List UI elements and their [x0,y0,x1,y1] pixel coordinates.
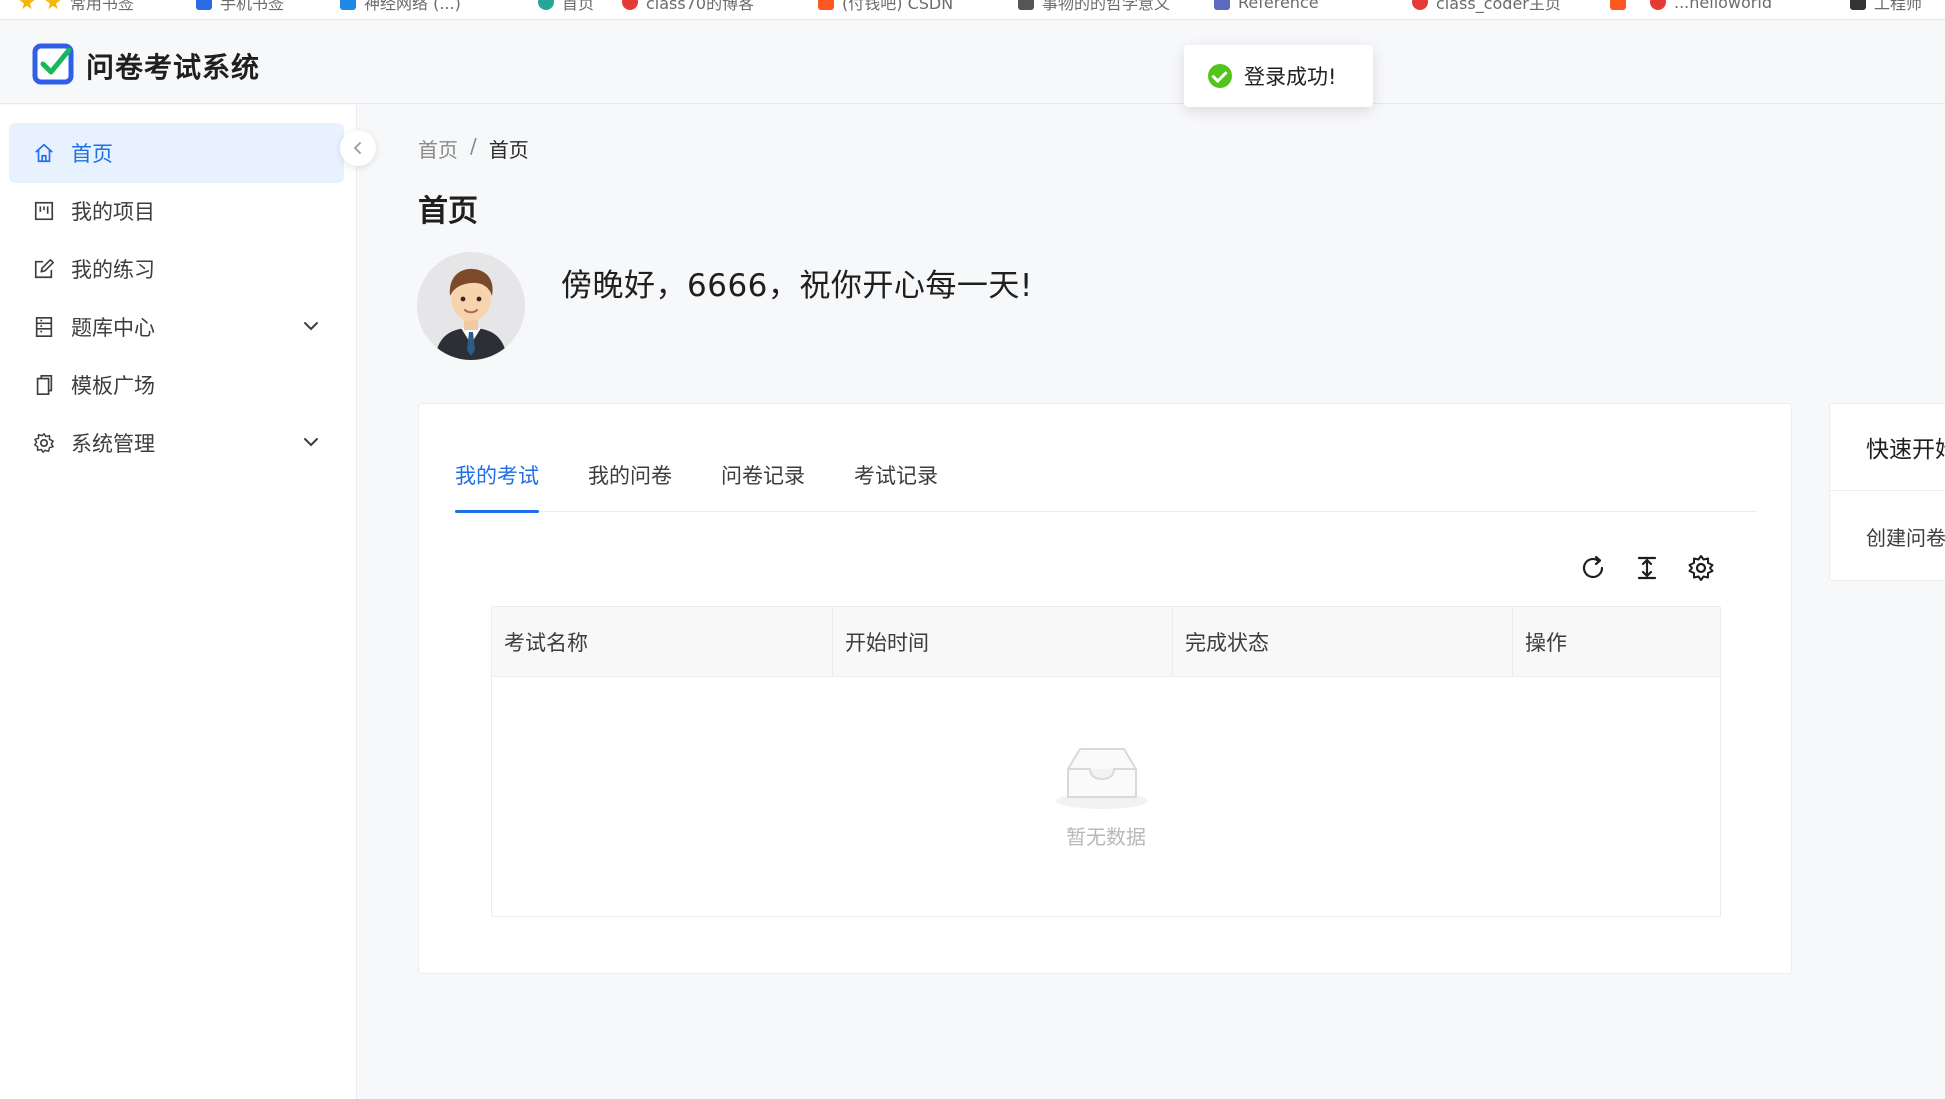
sidebar-item-question-bank[interactable]: 题库中心 [9,297,344,357]
tv-icon [340,0,356,10]
sidebar-item-projects[interactable]: 我的项目 [9,181,344,241]
star-icon: ★ [18,0,36,14]
exam-card: 我的考试 我的问卷 问卷记录 考试记录 考试名称 开始时间 完成状态 操作 暂无… [418,403,1792,974]
bookmark-item[interactable] [1610,0,1626,13]
leaf-icon [538,0,554,10]
quick-start-title: 快速开始 [1866,437,1945,463]
bookmark-label: class_coder主页 [1436,0,1561,13]
table-header: 考试名称 开始时间 完成状态 操作 [492,607,1720,677]
cat-icon [1850,0,1866,10]
checkbox-logo-icon[interactable] [32,41,76,85]
breadcrumb-separator: / [470,134,477,158]
sidebar-item-label: 模板广场 [71,374,155,398]
quick-start-card: 快速开始 创建问卷 [1829,403,1945,581]
bookmark-item[interactable]: 工程师 [1850,0,1922,13]
sidebar-item-label: 题库中心 [71,316,155,340]
settings-icon[interactable] [1687,554,1715,582]
bookmark-label: 事物的的哲学意义 [1042,0,1171,13]
tab-bar: 我的考试 我的问卷 问卷记录 考试记录 [455,460,1757,513]
app-title: 问卷考试系统 [86,51,261,84]
user-avatar-icon [417,252,525,360]
csdn-icon [1412,0,1428,10]
greeting-text: 傍晚好，6666，祝你开心每一天! [561,268,1033,304]
copy-icon [36,375,53,395]
sidebar-item-label: 我的项目 [71,200,155,224]
sidebar-item-home[interactable]: 首页 [9,123,344,183]
phone-icon [196,0,212,10]
column-header[interactable]: 完成状态 [1172,607,1512,677]
bookmark-item[interactable]: 手机书签 [196,0,284,13]
tab-my-surveys[interactable]: 我的问卷 [588,460,672,512]
sidebar-item-practice[interactable]: 我的练习 [9,239,344,299]
csdn-icon [818,0,834,10]
inbox-empty-icon [1056,748,1148,809]
breadcrumb: 首页 / 首页 [418,134,529,163]
create-survey-link[interactable]: 创建问卷 [1866,522,1945,551]
database-icon [35,317,53,337]
board-icon [34,201,54,221]
app-header: 问卷考试系统 [0,20,1945,104]
avatar [417,252,525,360]
star-icon: ★ [43,0,62,14]
chevron-left-icon [353,142,361,154]
sidebar-item-system[interactable]: 系统管理 [9,413,344,473]
bookmark-label: 常用书签 [69,0,134,13]
column-header[interactable]: 操作 [1512,607,1720,677]
bookmark-item[interactable]: (付钱吧) CSDN [818,0,953,13]
bookmark-item[interactable]: Reference [1214,0,1319,13]
home-icon [35,143,53,163]
check-circle-icon [1208,64,1232,88]
column-header[interactable]: 考试名称 [492,607,832,677]
gear-icon [34,433,54,453]
bookmark-label: Reference [1238,0,1319,12]
divider [1830,490,1945,491]
sidebar-collapse-button[interactable] [340,130,376,166]
bookmark-item[interactable]: class70的博客 [622,0,754,13]
table-empty-state: 暂无数据 [492,677,1720,918]
bookmark-label: 首页 [562,0,595,13]
exam-table: 考试名称 开始时间 完成状态 操作 暂无数据 [491,606,1721,917]
column-height-icon[interactable] [1633,554,1661,582]
bookmark-label: class70的博客 [646,0,755,13]
empty-text: 暂无数据 [1066,825,1146,849]
toast-message: 登录成功! [1244,65,1337,89]
csdn-icon [622,0,638,10]
tab-my-exams[interactable]: 我的考试 [455,460,539,513]
sidebar-item-label: 我的练习 [71,258,155,282]
sidebar-item-templates[interactable]: 模板广场 [9,355,344,415]
success-toast: 登录成功! [1184,45,1373,107]
csdn-icon [1610,0,1626,10]
bookmarks-bar: ★ ★ 常用书签 手机书签 神经网络 (...) 首页 class70的博客 (… [0,0,1945,20]
bookmark-label: 工程师 [1874,0,1923,13]
sidebar-item-label: 首页 [71,142,113,166]
bookmark-item[interactable]: ★ ★ 常用书签 [18,0,134,14]
bookmark-item[interactable]: 事物的的哲学意义 [1018,0,1170,13]
sidebar-item-label: 系统管理 [71,432,155,456]
edit-icon [34,259,54,279]
bookmark-item[interactable]: class_coder主页 [1412,0,1561,13]
bookmark-item[interactable]: 神经网络 (...) [340,0,461,13]
bookmark-label: 神经网络 (...) [364,0,461,13]
bookmark-label: (付钱吧) CSDN [842,0,954,13]
column-header[interactable]: 开始时间 [832,607,1172,677]
refresh-icon[interactable] [1579,554,1607,582]
chevron-down-icon[interactable] [302,433,320,451]
bookmark-label: ...helloworld [1674,0,1772,12]
page-title: 首页 [418,194,478,229]
breadcrumb-root[interactable]: 首页 [418,134,458,163]
vue-icon [1214,0,1230,10]
csdn-icon [1650,0,1666,10]
tab-exam-records[interactable]: 考试记录 [854,460,938,512]
bookmark-item[interactable]: ...helloworld [1650,0,1772,13]
sidebar: 首页 我的项目 我的练习 题库中心 模板广场 系统管理 [0,105,357,1099]
chevron-down-icon[interactable] [302,317,320,335]
tab-survey-records[interactable]: 问卷记录 [721,460,805,512]
breadcrumb-current: 首页 [488,138,529,162]
doc-icon [1018,0,1034,10]
bookmark-label: 手机书签 [220,0,285,13]
bookmark-item[interactable]: 首页 [538,0,594,13]
